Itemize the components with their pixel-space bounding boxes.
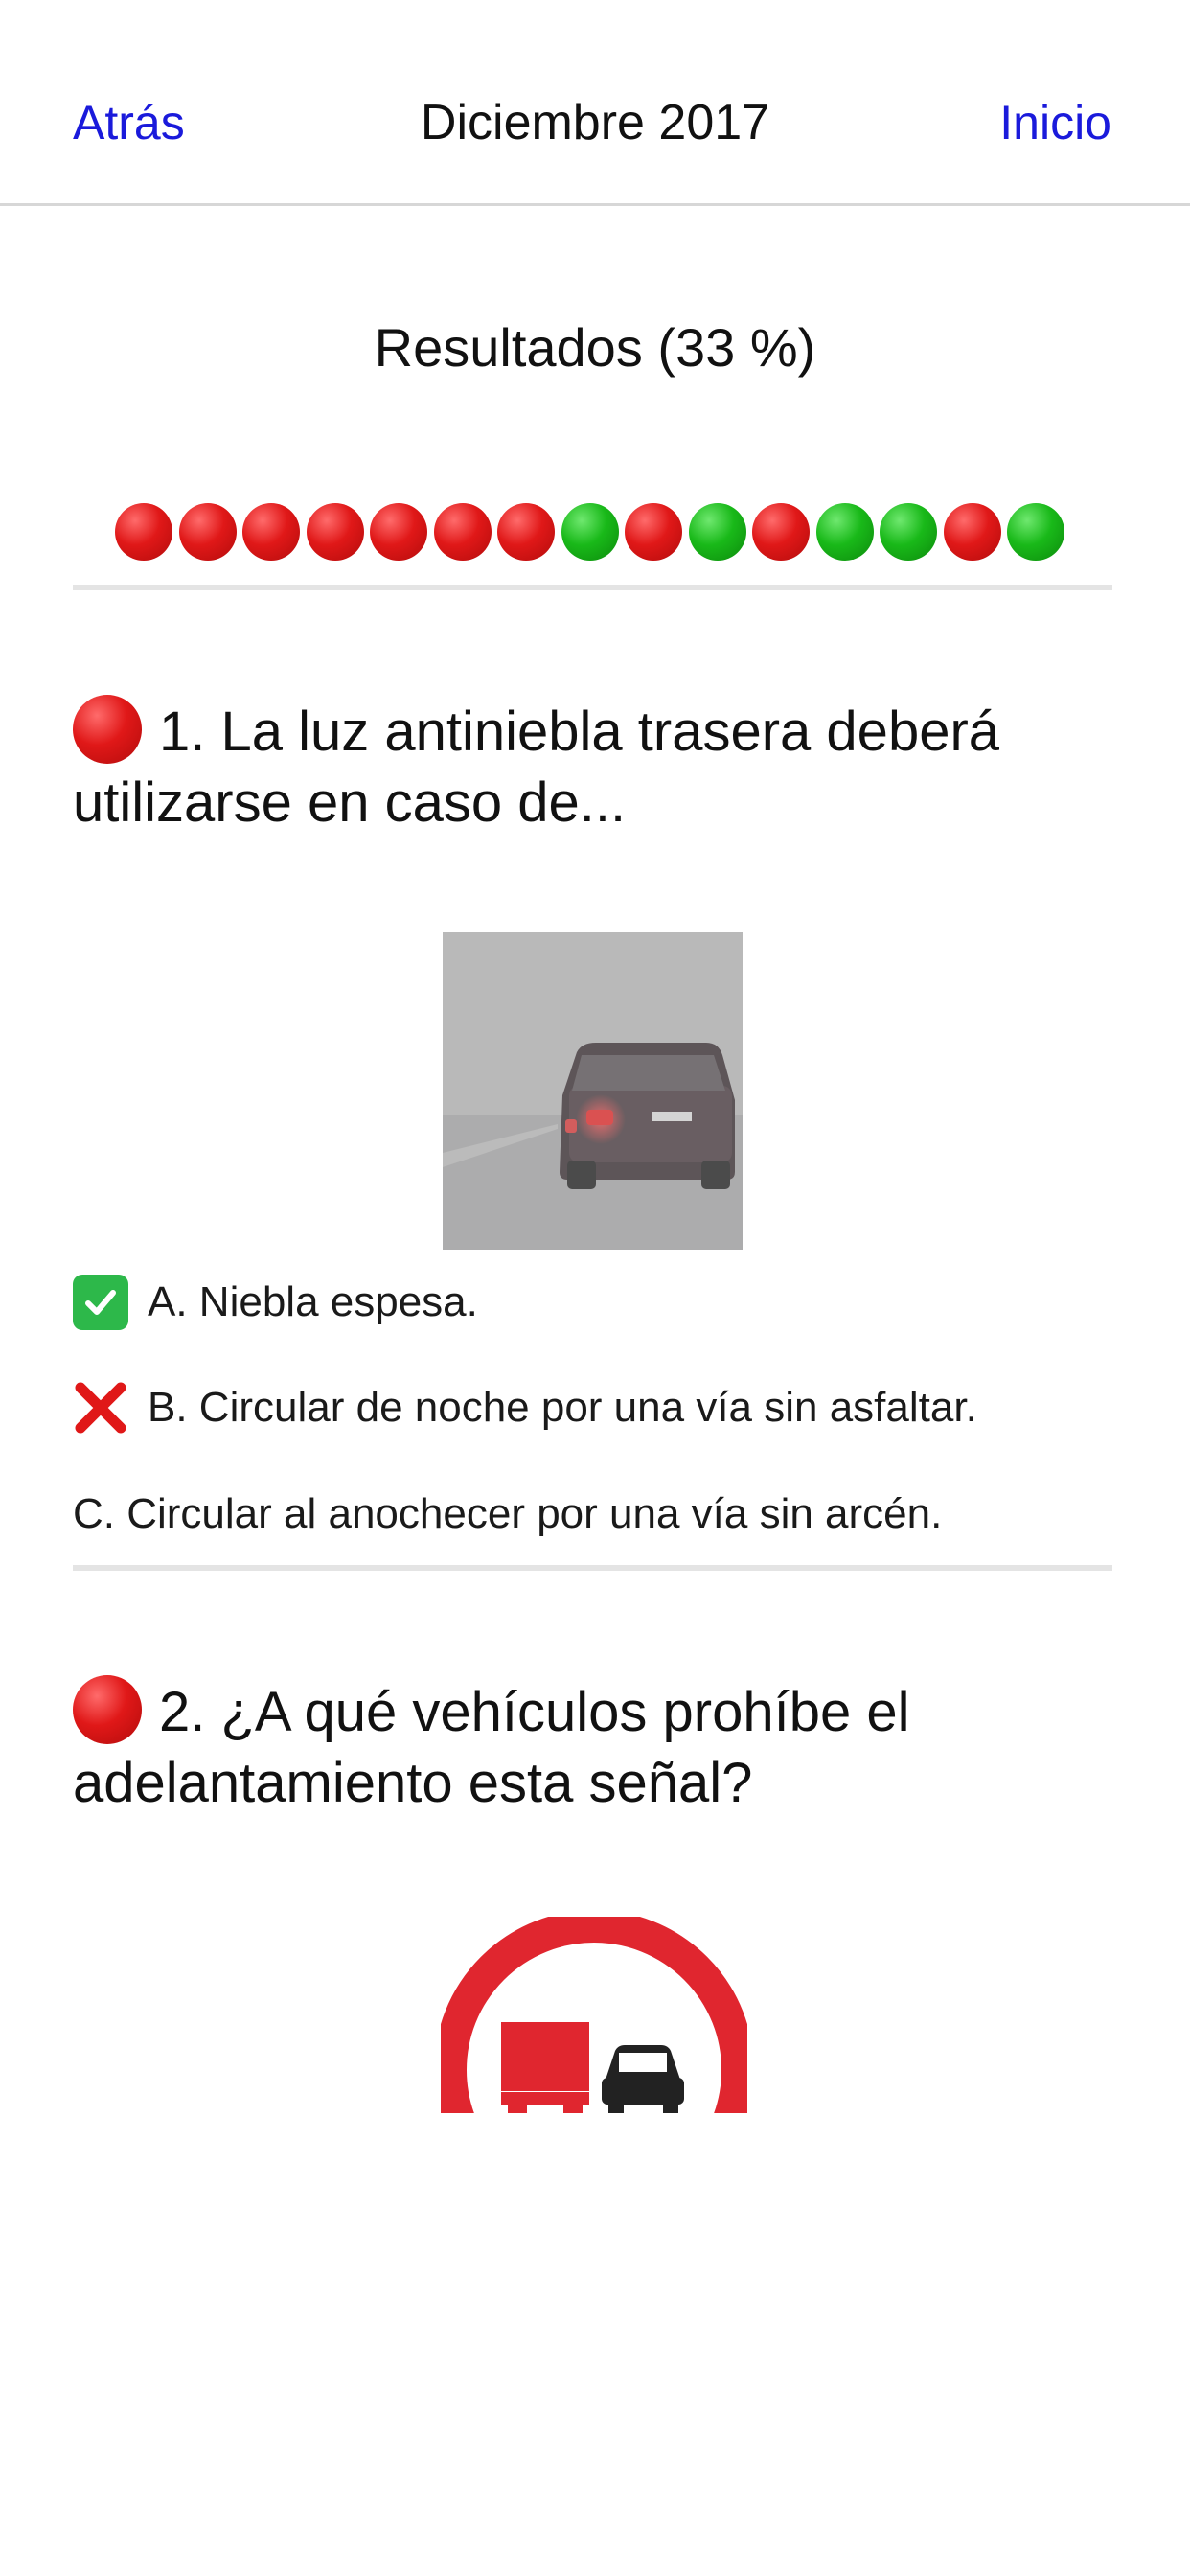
wrong-status-icon <box>73 1675 142 1744</box>
result-dot-correct[interactable] <box>880 503 937 561</box>
navigation-bar: Atrás Diciembre 2017 Inicio <box>0 0 1190 206</box>
fog-car-photo <box>443 932 743 1250</box>
result-dot-wrong[interactable] <box>242 503 300 561</box>
divider <box>73 1565 1112 1571</box>
home-button[interactable]: Inicio <box>999 94 1111 151</box>
result-dot-wrong[interactable] <box>943 503 1001 561</box>
cross-mark-icon <box>73 1380 128 1436</box>
answer-c-text: C. Circular al anochecer por una vía sin… <box>73 1490 943 1537</box>
result-dot-correct[interactable] <box>1007 503 1064 561</box>
results-dots <box>115 503 1071 563</box>
answer-c: C. Circular al anochecer por una vía sin… <box>73 1487 942 1541</box>
result-dot-correct[interactable] <box>561 503 619 561</box>
answer-a: A. Niebla espesa. <box>73 1275 478 1330</box>
result-dot-correct[interactable] <box>688 503 746 561</box>
result-dot-wrong[interactable] <box>497 503 555 561</box>
result-dot-correct[interactable] <box>815 503 874 561</box>
divider <box>73 585 1112 590</box>
answer-b-text: B. Circular de noche por una vía sin asf… <box>148 1384 977 1431</box>
result-dot-wrong[interactable] <box>115 503 172 561</box>
answer-a-text: A. Niebla espesa. <box>148 1278 478 1325</box>
question-1-text: 1. La luz antiniebla trasera deberá util… <box>73 701 1000 834</box>
result-dot-wrong[interactable] <box>752 503 810 561</box>
results-title: Resultados (33 %) <box>374 317 816 378</box>
result-dot-wrong[interactable] <box>625 503 682 561</box>
result-dot-wrong[interactable] <box>370 503 427 561</box>
result-dot-wrong[interactable] <box>178 503 237 561</box>
result-dot-wrong[interactable] <box>306 503 364 561</box>
wrong-status-icon <box>73 695 142 764</box>
check-mark-icon <box>73 1275 128 1330</box>
answer-b: B. Circular de noche por una vía sin asf… <box>73 1380 977 1436</box>
question-2-text: 2. ¿A qué vehículos prohíbe el adelantam… <box>73 1681 910 1814</box>
no-overtaking-trucks-sign <box>441 1917 747 2113</box>
question-2: 2. ¿A qué vehículos prohíbe el adelantam… <box>73 1675 1117 1819</box>
result-dot-wrong[interactable] <box>433 503 492 561</box>
question-1: 1. La luz antiniebla trasera deberá util… <box>73 695 1117 839</box>
